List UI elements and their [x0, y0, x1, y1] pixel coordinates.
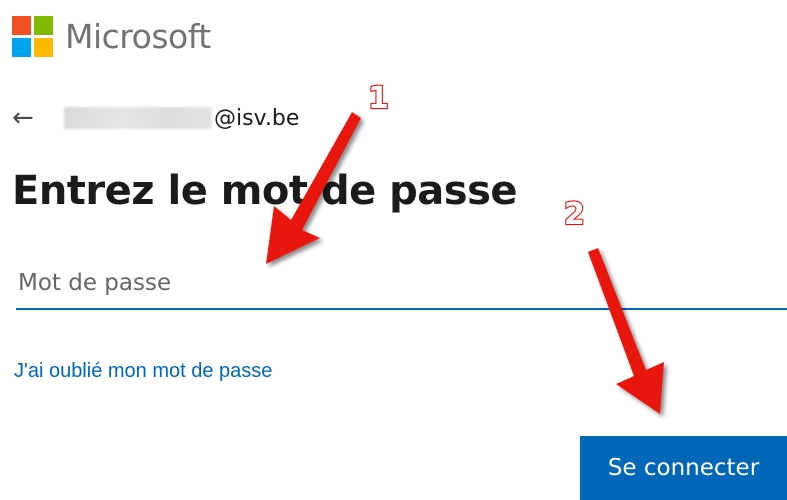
sign-in-button[interactable]: Se connecter [580, 436, 787, 500]
annotation-number-2: 2 [564, 197, 585, 232]
annotation-overlay: 1 2 [266, 80, 664, 414]
identity-row: ← @isv.be [12, 98, 299, 138]
microsoft-logo-icon [12, 15, 53, 57]
microsoft-logo: Microsoft [12, 14, 211, 58]
email-domain: @isv.be [214, 105, 300, 131]
sign-in-page: Microsoft ← @isv.be Entrez le mot de pas… [0, 0, 787, 500]
page-title: Entrez le mot de passe [12, 168, 518, 214]
logo-text: Microsoft [65, 16, 211, 56]
back-arrow-icon[interactable]: ← [12, 98, 52, 138]
annotation-number-1: 1 [368, 81, 389, 116]
forgot-password-link[interactable]: J'ai oublié mon mot de passe [14, 360, 272, 383]
redacted-username [64, 107, 212, 129]
password-input[interactable] [16, 258, 787, 310]
